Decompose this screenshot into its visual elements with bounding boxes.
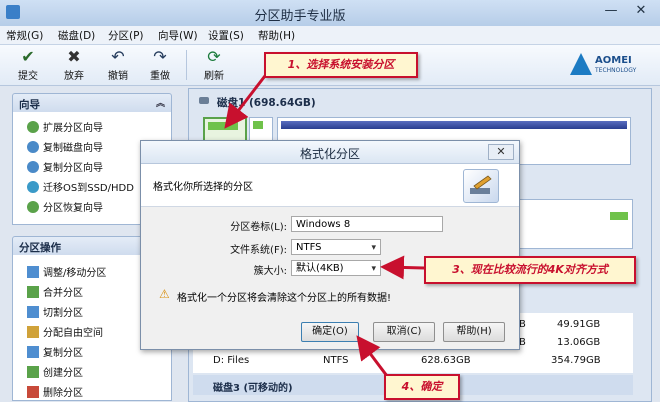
callout-select-system-partition: 1、选择系统安装分区 xyxy=(264,52,418,78)
callout-4k-alignment: 3、现在比较流行的4K对齐方式 xyxy=(424,256,636,284)
callout1-arrow xyxy=(224,71,270,129)
callout-confirm: 4、确定 xyxy=(384,374,460,400)
callout3-arrow xyxy=(380,255,425,280)
